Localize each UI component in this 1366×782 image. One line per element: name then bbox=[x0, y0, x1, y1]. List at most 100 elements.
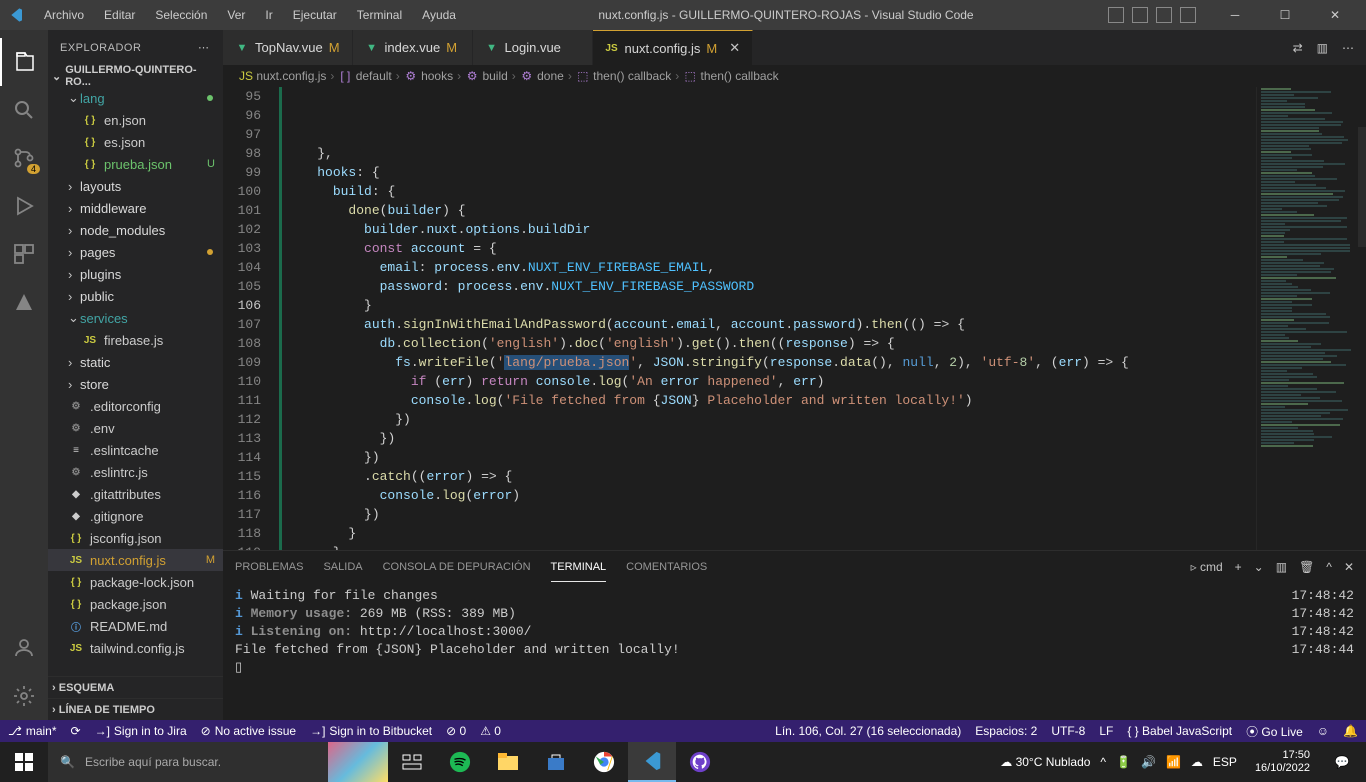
tab-close-icon[interactable]: ✕ bbox=[729, 40, 740, 56]
kill-terminal-icon[interactable]: 🗑 bbox=[1299, 560, 1314, 574]
spotify-icon[interactable] bbox=[436, 742, 484, 782]
file-jsconfig-json[interactable]: { }jsconfig.json bbox=[48, 527, 223, 549]
atlassian-icon[interactable] bbox=[0, 278, 48, 326]
panel-tab-terminal[interactable]: TERMINAL bbox=[551, 553, 607, 582]
compare-icon[interactable]: ⇄ bbox=[1293, 41, 1303, 55]
menu-ejecutar[interactable]: Ejecutar bbox=[285, 4, 345, 26]
panel-tab-comentarios[interactable]: COMENTARIOS bbox=[626, 553, 707, 581]
news-icon[interactable] bbox=[328, 742, 388, 782]
tray-chevron-icon[interactable]: ^ bbox=[1100, 755, 1106, 769]
minimap[interactable] bbox=[1256, 87, 1366, 550]
folder-public[interactable]: ›public bbox=[48, 285, 223, 307]
vscode-taskbar-icon[interactable] bbox=[628, 742, 676, 782]
menu-selección[interactable]: Selección bbox=[147, 4, 215, 26]
breadcrumb-item[interactable]: ⬚ then() callback bbox=[576, 69, 671, 83]
new-terminal-icon[interactable]: + bbox=[1235, 560, 1242, 574]
account-icon[interactable] bbox=[0, 624, 48, 672]
layout-bottom-icon[interactable] bbox=[1132, 7, 1148, 23]
file-package-json[interactable]: { }package.json bbox=[48, 593, 223, 615]
menu-ir[interactable]: Ir bbox=[257, 4, 280, 26]
breadcrumb-item[interactable]: ⚙ build bbox=[465, 69, 508, 83]
cursor-position[interactable]: Lín. 106, Col. 27 (16 seleccionada) bbox=[775, 724, 961, 738]
github-icon[interactable] bbox=[676, 742, 724, 782]
file-prueba-json[interactable]: { }prueba.jsonU bbox=[48, 153, 223, 175]
folder-plugins[interactable]: ›plugins bbox=[48, 263, 223, 285]
menu-archivo[interactable]: Archivo bbox=[36, 4, 92, 26]
folder-services[interactable]: ⌄services bbox=[48, 307, 223, 329]
warning-count[interactable]: ⚠ 0 bbox=[480, 724, 501, 738]
volume-icon[interactable]: 🔊 bbox=[1141, 755, 1156, 769]
tab-login-vue[interactable]: ▼Login.vue bbox=[473, 30, 593, 65]
file-firebase-js[interactable]: JSfirebase.js bbox=[48, 329, 223, 351]
file--env[interactable]: ⚙.env bbox=[48, 417, 223, 439]
file--eslintrc-js[interactable]: ⚙.eslintrc.js bbox=[48, 461, 223, 483]
minimize-button[interactable]: ─ bbox=[1212, 0, 1258, 30]
file--editorconfig[interactable]: ⚙.editorconfig bbox=[48, 395, 223, 417]
keyboard-lang[interactable]: ESP bbox=[1213, 755, 1237, 769]
file--eslintcache[interactable]: ≡.eslintcache bbox=[48, 439, 223, 461]
close-button[interactable]: ✕ bbox=[1312, 0, 1358, 30]
weather-widget[interactable]: ☁ 30°C Nublado bbox=[1000, 755, 1090, 769]
task-view-icon[interactable] bbox=[388, 742, 436, 782]
file-explorer-icon[interactable] bbox=[484, 742, 532, 782]
file-tailwind-config-js[interactable]: JStailwind.config.js bbox=[48, 637, 223, 659]
outline-section[interactable]: › ESQUEMA bbox=[48, 676, 223, 698]
folder-pages[interactable]: ›pages bbox=[48, 241, 223, 263]
wifi-icon[interactable]: 📶 bbox=[1166, 755, 1181, 769]
search-icon[interactable] bbox=[0, 86, 48, 134]
chrome-icon[interactable] bbox=[580, 742, 628, 782]
indentation[interactable]: Espacios: 2 bbox=[975, 724, 1037, 738]
code-editor[interactable]: 9596979899100101102103104105106107108109… bbox=[223, 87, 1366, 550]
menu-terminal[interactable]: Terminal bbox=[349, 4, 410, 26]
code-area[interactable]: 💡 }, hooks: { build: { done(builder) { b… bbox=[279, 87, 1256, 550]
menu-ayuda[interactable]: Ayuda bbox=[414, 4, 464, 26]
panel-tab-salida[interactable]: SALIDA bbox=[323, 553, 362, 581]
file-nuxt-config-js[interactable]: JSnuxt.config.jsM bbox=[48, 549, 223, 571]
error-count[interactable]: ⊘ 0 bbox=[446, 724, 466, 738]
folder-static[interactable]: ›static bbox=[48, 351, 223, 373]
menu-ver[interactable]: Ver bbox=[219, 4, 253, 26]
sync-icon[interactable]: ⟳ bbox=[71, 724, 81, 738]
terminal-shell[interactable]: ▹ cmd bbox=[1191, 560, 1223, 574]
folder-middleware[interactable]: ›middleware bbox=[48, 197, 223, 219]
file--gitignore[interactable]: ◆.gitignore bbox=[48, 505, 223, 527]
jira-issue[interactable]: ⊘ No active issue bbox=[201, 724, 296, 738]
project-root[interactable]: ⌄ GUILLERMO-QUINTERO-RO... bbox=[48, 65, 223, 87]
layout-right-icon[interactable] bbox=[1156, 7, 1172, 23]
tab-index-vue[interactable]: ▼index.vueM bbox=[353, 30, 473, 65]
git-branch[interactable]: ⎇ main* bbox=[8, 724, 57, 738]
file--gitattributes[interactable]: ◆.gitattributes bbox=[48, 483, 223, 505]
breadcrumb-item[interactable]: ⚙ done bbox=[520, 69, 564, 83]
language-mode[interactable]: { } Babel JavaScript bbox=[1127, 724, 1232, 738]
file-es-json[interactable]: { }es.json bbox=[48, 131, 223, 153]
terminal-dropdown-icon[interactable]: ⌄ bbox=[1254, 560, 1264, 574]
settings-icon[interactable] bbox=[0, 672, 48, 720]
battery-icon[interactable]: 🔋 bbox=[1116, 755, 1131, 769]
feedback-icon[interactable]: ☺ bbox=[1317, 724, 1329, 738]
action-center-icon[interactable]: 💬 bbox=[1318, 742, 1366, 782]
split-terminal-icon[interactable]: ▥ bbox=[1276, 560, 1287, 574]
bitbucket-signin[interactable]: →] Sign in to Bitbucket bbox=[310, 724, 432, 738]
close-panel-icon[interactable]: ✕ bbox=[1344, 560, 1354, 574]
encoding[interactable]: UTF-8 bbox=[1051, 724, 1085, 738]
more-icon[interactable]: ⋯ bbox=[1342, 41, 1354, 55]
maximize-button[interactable]: ☐ bbox=[1262, 0, 1308, 30]
folder-lang[interactable]: ⌄lang bbox=[48, 87, 223, 109]
layout-grid-icon[interactable] bbox=[1180, 7, 1196, 23]
explorer-icon[interactable] bbox=[0, 38, 48, 86]
breadcrumb-item[interactable]: JS nuxt.config.js bbox=[239, 69, 326, 83]
minimap-viewport[interactable] bbox=[1358, 127, 1366, 247]
jira-signin[interactable]: →] Sign in to Jira bbox=[95, 724, 187, 738]
timeline-section[interactable]: › LÍNEA DE TIEMPO bbox=[48, 698, 223, 720]
notifications-icon[interactable]: 🔔 bbox=[1343, 724, 1358, 738]
tab-topnav-vue[interactable]: ▼TopNav.vueM bbox=[223, 30, 353, 65]
go-live[interactable]: ⦿ Go Live bbox=[1246, 723, 1303, 740]
breadcrumb-item[interactable]: [ ] default bbox=[338, 69, 391, 83]
terminal-output[interactable]: i Waiting for file changes17:48:42i Memo… bbox=[223, 583, 1366, 720]
menu-editar[interactable]: Editar bbox=[96, 4, 143, 26]
file-readme-md[interactable]: ⓘREADME.md bbox=[48, 615, 223, 637]
file-en-json[interactable]: { }en.json bbox=[48, 109, 223, 131]
sidebar-more-icon[interactable]: ⋯ bbox=[198, 41, 211, 54]
run-debug-icon[interactable] bbox=[0, 182, 48, 230]
layout-left-icon[interactable] bbox=[1108, 7, 1124, 23]
